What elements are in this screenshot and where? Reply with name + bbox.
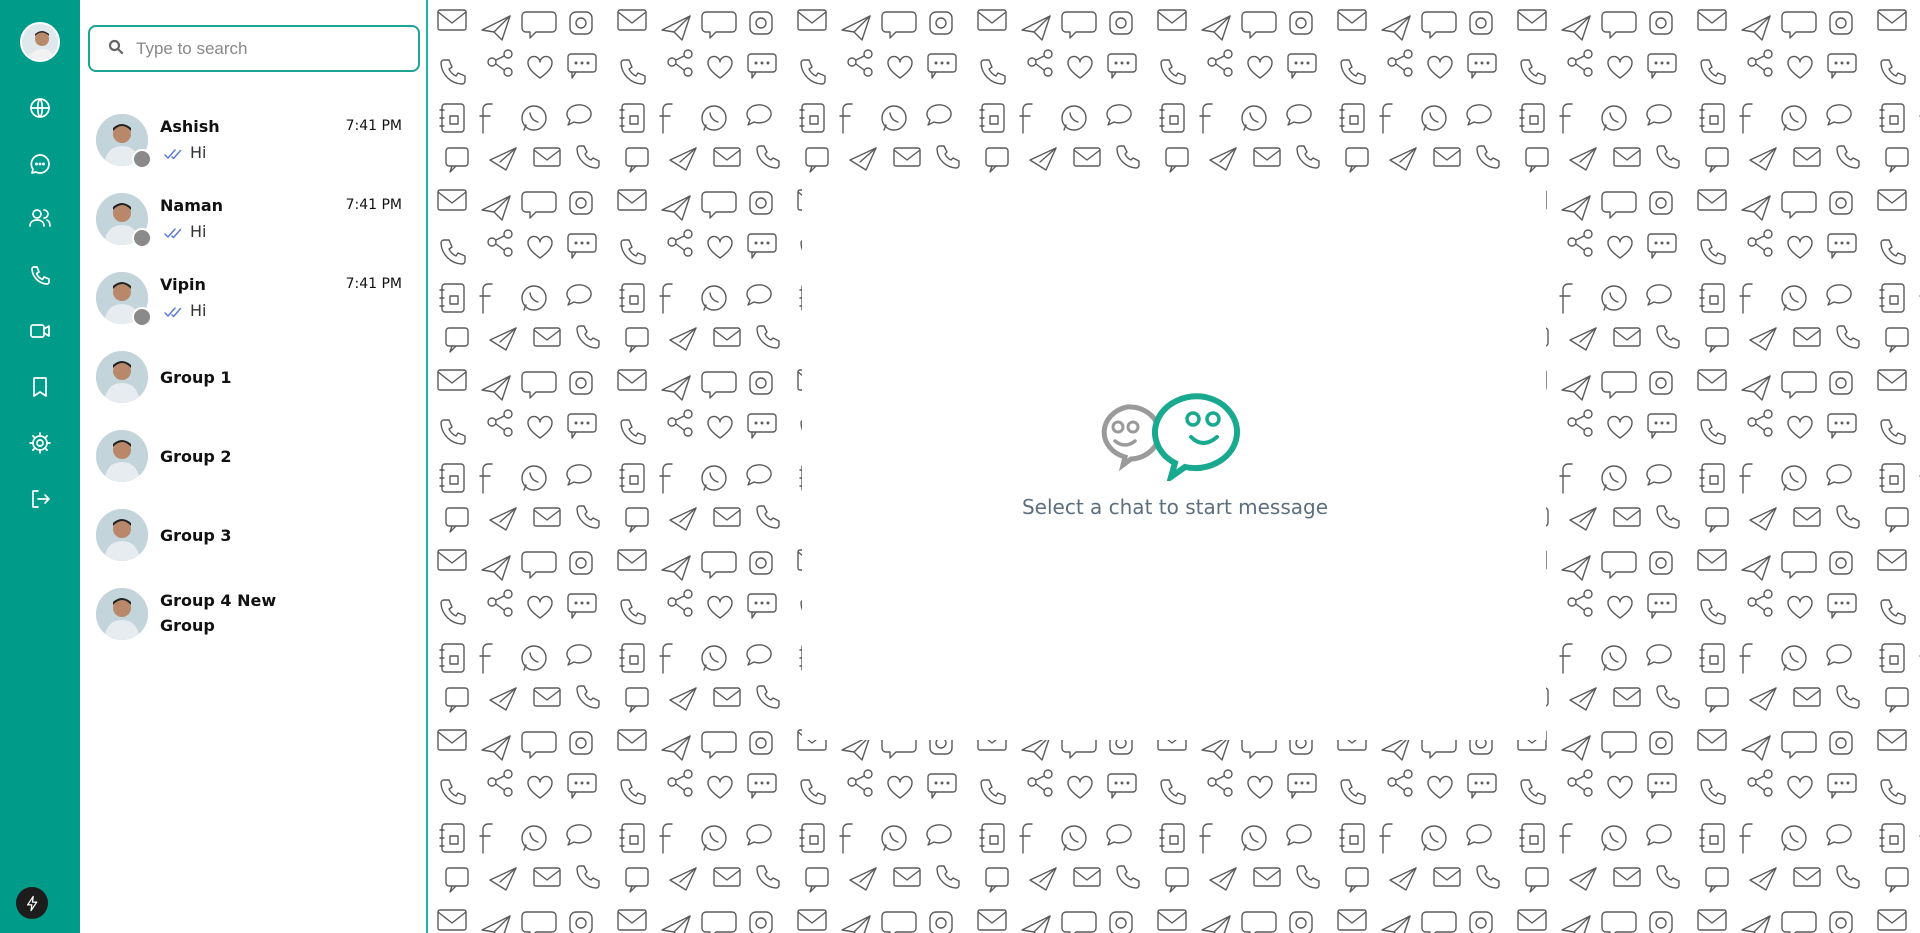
search-box[interactable] <box>88 25 420 72</box>
chat-sidebar: Ashish 7:41 PM Hi Naman 7:41 PM Hi Vipin… <box>80 0 428 933</box>
preview-text: Hi <box>190 301 207 320</box>
chat-name: Group 3 <box>160 526 232 545</box>
status-dot <box>132 307 152 327</box>
avatar <box>96 351 148 403</box>
group-list-item[interactable]: Group 1 <box>80 341 428 419</box>
group-list-item[interactable]: Group 2 <box>80 420 428 498</box>
globe-icon[interactable] <box>22 90 58 126</box>
chat-preview: Hi <box>164 143 206 162</box>
chat-name: Group 2 <box>160 447 232 466</box>
chat-bubble-icon[interactable] <box>22 146 58 182</box>
bookmark-icon[interactable] <box>22 369 58 405</box>
double-check-icon <box>164 146 186 160</box>
search-input[interactable] <box>136 38 406 59</box>
chat-name: Group 4 New Group <box>160 591 277 635</box>
preview-text: Hi <box>190 222 207 241</box>
nav-rail <box>0 0 80 933</box>
bolt-icon[interactable] <box>16 887 48 919</box>
chat-time: 7:41 PM <box>345 276 402 292</box>
video-icon[interactable] <box>22 313 58 349</box>
chat-list-item[interactable]: Vipin 7:41 PM Hi <box>80 262 428 340</box>
status-dot <box>132 149 152 169</box>
profile-avatar[interactable] <box>20 22 60 62</box>
group-list-item[interactable]: Group 3 <box>80 499 428 577</box>
chat-bubbles-logo-icon <box>1101 393 1240 481</box>
empty-state-message: Select a chat to start message <box>1021 495 1329 519</box>
chat-time: 7:41 PM <box>345 118 402 134</box>
search-icon <box>108 39 124 59</box>
double-check-icon <box>164 225 186 239</box>
chat-list-item[interactable]: Ashish 7:41 PM Hi <box>80 104 428 182</box>
users-icon[interactable] <box>22 200 58 236</box>
chat-preview: Hi <box>164 301 206 320</box>
chat-area: Select a chat to start message <box>430 0 1920 933</box>
chat-preview: Hi <box>164 222 206 241</box>
logout-icon[interactable] <box>22 481 58 517</box>
group-list-item[interactable]: Group 4 New Group <box>80 578 428 668</box>
preview-text: Hi <box>190 143 207 162</box>
avatar <box>96 588 148 640</box>
chat-list-item[interactable]: Naman 7:41 PM Hi <box>80 183 428 261</box>
avatar <box>96 430 148 482</box>
chat-name: Group 1 <box>160 368 232 387</box>
chat-time: 7:41 PM <box>345 197 402 213</box>
chat-name: Naman <box>160 196 224 215</box>
double-check-icon <box>164 304 186 318</box>
avatar <box>96 509 148 561</box>
chat-name: Ashish <box>160 117 220 136</box>
phone-icon[interactable] <box>22 258 58 294</box>
chat-name: Vipin <box>160 275 206 294</box>
gear-icon[interactable] <box>22 425 58 461</box>
status-dot <box>132 228 152 248</box>
